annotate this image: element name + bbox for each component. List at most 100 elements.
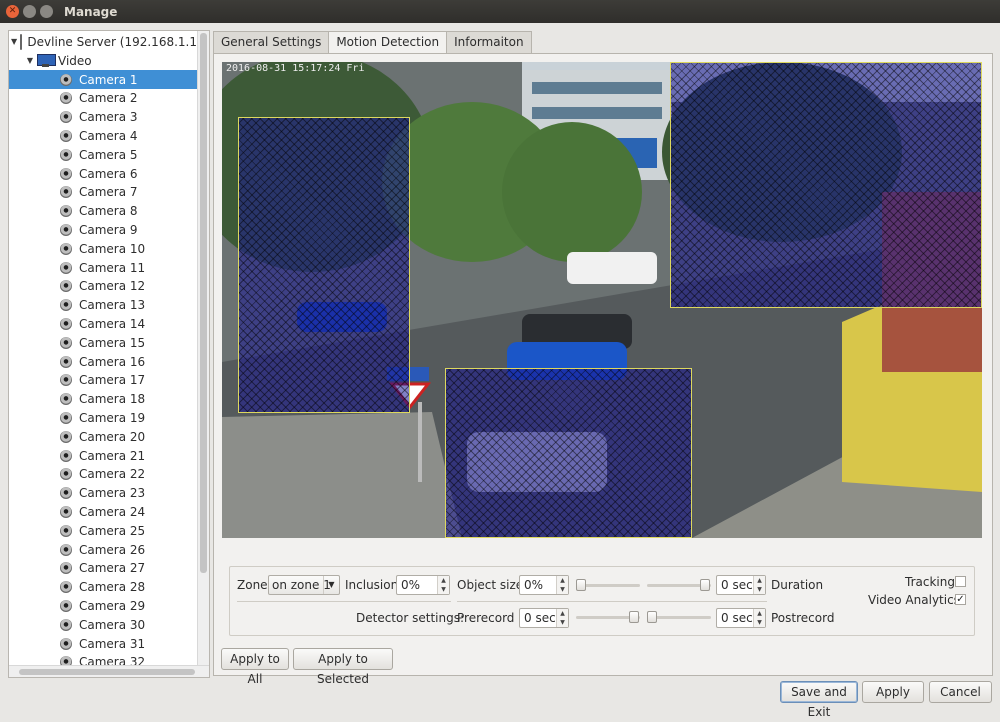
apply-to-all-button[interactable]: Apply to All (221, 648, 289, 686)
spin-arrows-icon[interactable]: ▲ ▼ (753, 609, 765, 627)
tab-motion-detection[interactable]: Motion Detection (328, 31, 448, 54)
duration-slider[interactable] (647, 577, 711, 593)
camera-icon (59, 637, 73, 651)
postrecord-slider[interactable] (647, 609, 711, 625)
device-tree[interactable]: ▼ Devline Server (192.168.1.1 ▼ Video Camera… (8, 30, 210, 678)
camera-icon (59, 110, 73, 124)
tab-general-settings[interactable]: General Settings (213, 31, 330, 53)
tree-item-camera[interactable]: Camera 31 (9, 634, 197, 653)
tree-item-label: Camera 17 (79, 373, 146, 388)
tree-item-camera[interactable]: Camera 4 (9, 126, 197, 145)
tree-item-server[interactable]: ▼ Devline Server (192.168.1.1 (9, 32, 197, 51)
tree-item-camera[interactable]: Camera 27 (9, 559, 197, 578)
tracking-checkbox[interactable] (955, 576, 966, 587)
duration-spinbox[interactable]: 0 sec ▲ ▼ (716, 575, 766, 595)
tree-item-camera[interactable]: Camera 30 (9, 615, 197, 634)
tree-item-camera[interactable]: Camera 16 (9, 352, 197, 371)
video-preview[interactable]: 2016-08-31 15:17:24 Fri (222, 62, 982, 538)
tree-item-camera[interactable]: Camera 11 (9, 258, 197, 277)
tree-item-camera[interactable]: Camera 13 (9, 296, 197, 315)
slider-handle[interactable] (647, 611, 657, 623)
object-size-slider[interactable] (576, 577, 640, 593)
tree-item-camera[interactable]: Camera 5 (9, 145, 197, 164)
tree-item-camera[interactable]: Camera 19 (9, 408, 197, 427)
camera-icon (59, 524, 73, 538)
slider-handle[interactable] (629, 611, 639, 623)
video-analytics-checkbox[interactable]: ✓ (955, 594, 966, 605)
camera-icon (59, 204, 73, 218)
camera-icon (59, 355, 73, 369)
tree-item-camera[interactable]: Camera 22 (9, 465, 197, 484)
tree-item-label: Camera 15 (79, 335, 146, 350)
tree-item-camera[interactable]: Camera 18 (9, 390, 197, 409)
tree-item-label: Camera 23 (79, 486, 146, 501)
tree-item-label: Camera 25 (79, 523, 146, 538)
tree-item-camera[interactable]: Camera 10 (9, 239, 197, 258)
tree-item-camera[interactable]: Camera 7 (9, 183, 197, 202)
minimize-icon[interactable] (23, 5, 36, 18)
zone-select[interactable]: on zone 1 ▼ (268, 575, 340, 595)
spin-arrows-icon[interactable]: ▲ ▼ (753, 576, 765, 594)
spin-arrows-icon[interactable]: ▲ ▼ (556, 609, 568, 627)
maximize-icon[interactable] (40, 5, 53, 18)
tree-item-camera[interactable]: Camera 3 (9, 108, 197, 127)
tree-item-label: Camera 1 (79, 72, 138, 87)
tree-item-camera[interactable]: Camera 6 (9, 164, 197, 183)
expand-arrow-icon[interactable]: ▼ (11, 37, 17, 46)
tree-item-camera[interactable]: Camera 15 (9, 333, 197, 352)
tab-information[interactable]: Informaiton (446, 31, 532, 53)
inclusion-spinbox[interactable]: 0% ▲ ▼ (396, 575, 450, 595)
prerecord-slider[interactable] (576, 609, 640, 625)
object-size-value: 0% (524, 578, 544, 592)
slider-handle[interactable] (700, 579, 710, 591)
slider-handle[interactable] (576, 579, 586, 591)
motion-zone-2[interactable] (670, 62, 982, 308)
video-analytics-label: Video Analytics (868, 593, 960, 607)
tree-item-camera[interactable]: Camera 26 (9, 540, 197, 559)
tree-item-camera[interactable]: Camera 14 (9, 314, 197, 333)
postrecord-spinbox[interactable]: 0 sec ▲ ▼ (716, 608, 766, 628)
camera-icon (59, 91, 73, 105)
tree-item-label: Camera 10 (79, 241, 146, 256)
camera-icon (59, 561, 73, 575)
tree-vertical-scrollbar[interactable] (197, 31, 209, 665)
tree-item-label: Camera 29 (79, 598, 146, 613)
cancel-button[interactable]: Cancel (929, 681, 992, 703)
save-and-exit-button[interactable]: Save and Exit (780, 681, 858, 719)
camera-icon (59, 129, 73, 143)
tree-item-camera[interactable]: Camera 8 (9, 202, 197, 221)
tree-item-camera[interactable]: Camera 12 (9, 277, 197, 296)
detector-settings-label: Detector settings: (356, 611, 464, 625)
close-icon[interactable]: ✕ (6, 5, 19, 18)
tree-item-camera[interactable]: Camera 9 (9, 220, 197, 239)
tree-item-camera[interactable]: Camera 23 (9, 484, 197, 503)
tree-item-label: Camera 3 (79, 110, 138, 125)
tree-item-camera[interactable]: Camera 20 (9, 427, 197, 446)
tree-item-camera[interactable]: Camera 1 (9, 70, 197, 89)
spin-arrows-icon[interactable]: ▲ ▼ (556, 576, 568, 594)
tree-item-camera[interactable]: Camera 2 (9, 89, 197, 108)
expand-arrow-icon[interactable]: ▼ (25, 56, 35, 65)
duration-value: 0 sec (721, 578, 753, 592)
tree-item-camera[interactable]: Camera 24 (9, 502, 197, 521)
tree-item-label: Camera 28 (79, 580, 146, 595)
tree-item-video[interactable]: ▼ Video (9, 51, 197, 70)
prerecord-spinbox[interactable]: 0 sec ▲ ▼ (519, 608, 569, 628)
spin-arrows-icon[interactable]: ▲ ▼ (437, 576, 449, 594)
duration-label: Duration (771, 578, 824, 592)
tree-item-label: Camera 7 (79, 185, 138, 200)
tree-item-camera[interactable]: Camera 25 (9, 521, 197, 540)
tree-item-camera[interactable]: Camera 29 (9, 596, 197, 615)
tree-item-camera[interactable]: Camera 17 (9, 371, 197, 390)
motion-zone-3[interactable] (445, 368, 692, 538)
camera-icon (59, 486, 73, 500)
tree-item-camera[interactable]: Camera 21 (9, 446, 197, 465)
object-size-spinbox[interactable]: 0% ▲ ▼ (519, 575, 569, 595)
apply-button[interactable]: Apply (862, 681, 924, 703)
motion-zone-1[interactable] (238, 117, 410, 413)
apply-to-selected-button[interactable]: Apply to Selected (293, 648, 393, 686)
tree-item-camera[interactable]: Camera 28 (9, 578, 197, 597)
tree-horizontal-scrollbar[interactable] (9, 665, 209, 677)
tree-item-label: Video (58, 53, 92, 68)
title-bar: ✕ Manage (0, 0, 1000, 23)
